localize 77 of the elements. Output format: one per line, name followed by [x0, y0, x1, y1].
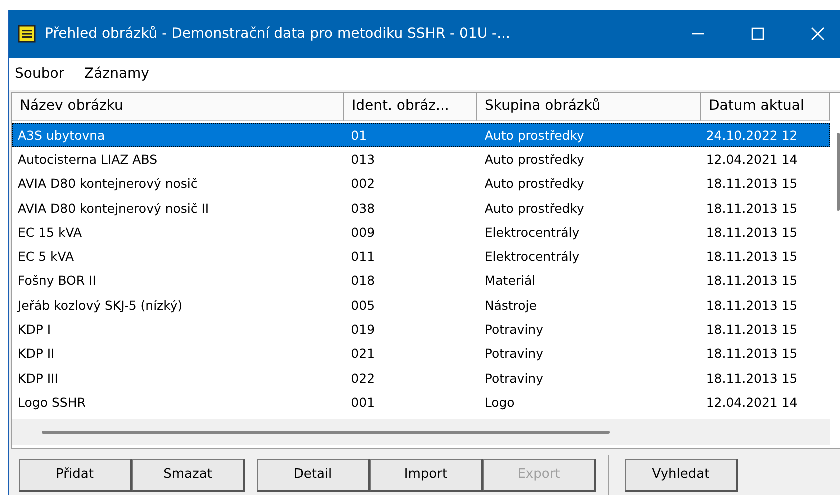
- close-icon[interactable]: [811, 27, 825, 41]
- table-cell-text: EC 15 kVA: [17, 224, 84, 240]
- table-cell-text: KDP III: [17, 370, 60, 386]
- app-icon: [18, 25, 36, 43]
- table-cell-text: 01: [350, 128, 368, 143]
- table-cell-text: Elektrocentrály: [484, 249, 581, 264]
- table-row[interactable]: AVIA D80 kontejnerový nosič 002 Auto prostředky 18.11.2013 15: [12, 172, 830, 196]
- column-header[interactable]: Skupina obrázků: [477, 93, 701, 121]
- table-cell-text: 12.04.2021 14: [705, 152, 799, 167]
- action-button[interactable]: Přidat: [19, 458, 132, 492]
- column-header[interactable]: Datum aktual: [701, 93, 830, 121]
- table-row[interactable]: EC 5 kVA 011 Elektrocentrály 18.11.2013 15: [12, 244, 830, 269]
- table-cell-text: KDP I: [17, 322, 52, 338]
- table-cell-text: Potraviny: [484, 322, 544, 338]
- table-cell-text: 038: [350, 200, 376, 216]
- table-row[interactable]: EC 15 kVA 009 Elektrocentrály 18.11.2013 15: [12, 220, 830, 244]
- column-header[interactable]: Ident. obráz...: [344, 93, 477, 121]
- maximize-icon[interactable]: [751, 27, 765, 41]
- table-cell-text: 009: [350, 224, 376, 240]
- table-cell-text: 24.10.2022 12: [705, 128, 799, 143]
- table-row[interactable]: Fošny BOR II 018 Materiál 18.11.2013 15: [12, 268, 830, 294]
- table-cell-text: 18.11.2013 15: [705, 200, 799, 216]
- action-button[interactable]: Detail: [257, 458, 370, 492]
- table-row[interactable]: KDP I 019 Potraviny 18.11.2013 15: [12, 317, 830, 342]
- table-row[interactable]: KDP II 021 Potraviny 18.11.2013 15: [12, 342, 830, 366]
- table-cell-text: Auto prostředky: [484, 176, 586, 192]
- table-cell-text: 12.04.2021 14: [705, 394, 799, 410]
- table-cell-text: Materiál: [484, 273, 537, 288]
- table-row[interactable]: Logo SSHR 001 Logo 12.04.2021 14: [12, 390, 830, 415]
- table-cell-text: 18.11.2013 15: [705, 224, 799, 240]
- table-cell-text: 18.11.2013 15: [705, 176, 799, 192]
- table-cell-text: 18.11.2013 15: [705, 322, 799, 338]
- table-cell-text: A3S ubytovna: [17, 128, 106, 143]
- menu-item[interactable]: Záznamy: [84, 66, 150, 82]
- table-cell-text: Fošny BOR II: [17, 273, 98, 288]
- table-cell-text: AVIA D80 kontejnerový nosič: [17, 176, 199, 192]
- table-cell-text: 019: [350, 322, 376, 338]
- table-cell-text: Auto prostředky: [484, 200, 586, 216]
- table-cell-text: AVIA D80 kontejnerový nosič II: [17, 200, 210, 216]
- table-cell-text: 002: [350, 176, 376, 192]
- table-row[interactable]: KDP III 022 Potraviny 18.11.2013 15: [12, 366, 830, 390]
- table-cell-text: Logo SSHR: [17, 394, 87, 410]
- window-title: Přehled obrázků - Demonstrační data pro metodiku SSHR - 01U -...: [45, 26, 512, 42]
- table-cell-text: 021: [350, 346, 376, 362]
- table-cell-text: 018: [350, 273, 376, 288]
- table-cell-text: 013: [350, 152, 376, 167]
- table-cell-text: Potraviny: [484, 370, 544, 386]
- action-button[interactable]: Vyhledat: [625, 458, 738, 492]
- table-cell-text: Jeřáb kozlový SKJ-5 (nízký): [16, 298, 184, 313]
- table-cell-text: 18.11.2013 15: [705, 370, 799, 386]
- table-cell-text: Autocisterna LIAZ ABS: [17, 152, 159, 167]
- scrollbar-thumb[interactable]: [837, 133, 840, 211]
- table-cell-text: Nástroje: [484, 298, 538, 313]
- action-button[interactable]: Import: [370, 458, 483, 492]
- menu-item[interactable]: Soubor: [15, 66, 65, 82]
- table-cell-text: 18.11.2013 15: [705, 249, 799, 264]
- scrollbar-thumb[interactable]: [42, 430, 610, 434]
- table-cell-text: EC 5 kVA: [17, 249, 76, 264]
- table-cell-text: 005: [350, 298, 376, 313]
- table-cell-text: Auto prostředky: [484, 128, 586, 143]
- table-cell-text: 022: [350, 370, 376, 386]
- action-button[interactable]: Smazat: [132, 458, 245, 492]
- table-cell-text: 011: [350, 249, 376, 264]
- table-row[interactable]: A3S ubytovna 01 Auto prostředky 24.10.2022 12: [12, 123, 830, 148]
- table-cell-text: 001: [350, 394, 376, 410]
- table-cell-text: 18.11.2013 15: [705, 273, 799, 288]
- table-row[interactable]: Jeřáb kozlový SKJ-5 (nízký) 005 Nástroje 18.11.2013 15: [12, 293, 830, 318]
- table-row[interactable]: AVIA D80 kontejnerový nosič II 038 Auto prostředky 18.11.2013 15: [12, 196, 830, 220]
- table-cell-text: Potraviny: [484, 346, 544, 362]
- table-cell-text: KDP II: [17, 346, 56, 362]
- table-cell-text: Elektrocentrály: [484, 224, 581, 240]
- table-cell-text: Logo: [484, 394, 516, 410]
- table-cell-text: Auto prostředky: [484, 152, 586, 167]
- table-cell-text: 18.11.2013 15: [705, 346, 799, 362]
- table-cell-text: 18.11.2013 15: [705, 298, 799, 313]
- table-row[interactable]: Autocisterna LIAZ ABS 013 Auto prostředky 12.04.2021 14: [12, 147, 830, 172]
- column-header[interactable]: Název obrázku: [12, 93, 344, 121]
